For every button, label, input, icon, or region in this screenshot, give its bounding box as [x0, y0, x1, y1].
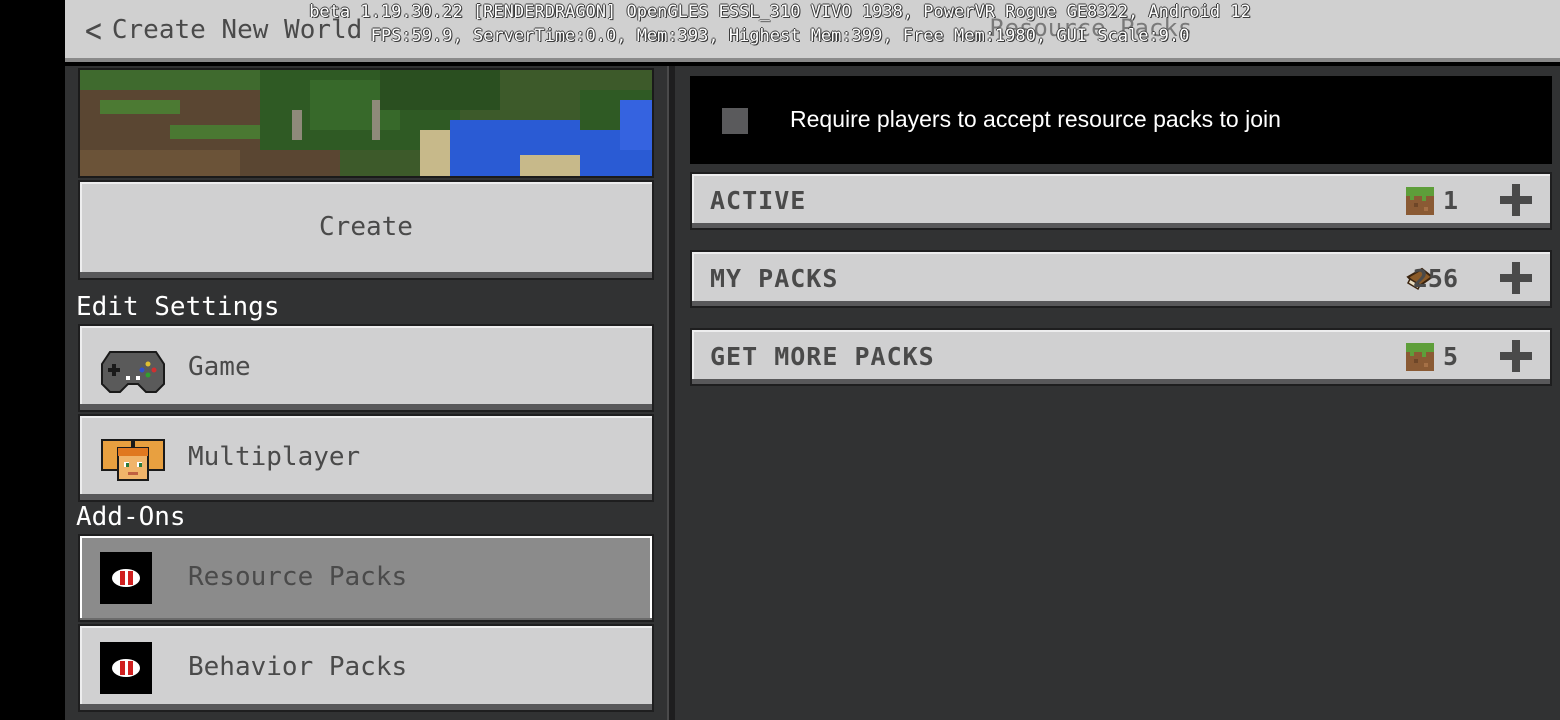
- require-packs-checkbox[interactable]: [722, 108, 748, 134]
- add-ons-heading: Add-Ons: [76, 502, 186, 532]
- plus-icon: [1500, 262, 1532, 294]
- get-more-packs-title: GET MORE PACKS: [710, 342, 935, 371]
- resource-packs-button[interactable]: Resource Packs: [78, 534, 654, 622]
- title-bar: < Create New World Resource Packs: [65, 0, 1560, 62]
- back-button[interactable]: < Create New World: [85, 10, 363, 50]
- my-packs-count: 256: [1412, 264, 1458, 293]
- plus-icon: [1500, 340, 1532, 372]
- active-packs-count: 1: [1442, 186, 1458, 215]
- create-button-label: Create: [319, 212, 413, 242]
- get-more-packs-count: 5: [1442, 342, 1458, 371]
- multiplayer-button[interactable]: Multiplayer: [78, 414, 654, 502]
- multiplayer-button-label: Multiplayer: [188, 442, 361, 472]
- panel-title: Resource Packs: [990, 14, 1193, 42]
- grass-block-icon: [1406, 187, 1434, 215]
- resource-packs-button-label: Resource Packs: [188, 562, 408, 592]
- controller-icon: [101, 351, 165, 393]
- get-more-packs-header[interactable]: GET MORE PACKS 5: [690, 328, 1552, 386]
- back-button-label: Create New World: [111, 15, 363, 45]
- right-panel: [675, 66, 1560, 720]
- behavior-packs-button[interactable]: Behavior Packs: [78, 624, 654, 712]
- behavior-packs-button-label: Behavior Packs: [188, 652, 408, 682]
- game-button[interactable]: Game: [78, 324, 654, 412]
- resource-pack-icon: [100, 552, 152, 604]
- left-letterbox: [0, 0, 65, 720]
- world-preview-image: [78, 68, 654, 178]
- active-packs-header[interactable]: ACTIVE 1: [690, 172, 1552, 230]
- require-packs-label: Require players to accept resource packs…: [790, 106, 1281, 132]
- my-packs-header[interactable]: MY PACKS 256: [690, 250, 1552, 308]
- panel-divider: [667, 66, 675, 720]
- create-button[interactable]: Create: [78, 180, 654, 280]
- require-packs-row: Require players to accept resource packs…: [690, 76, 1552, 164]
- players-icon: [101, 439, 165, 481]
- game-button-label: Game: [188, 352, 251, 382]
- behavior-pack-icon: [100, 642, 152, 694]
- active-packs-title: ACTIVE: [710, 186, 807, 215]
- chevron-left-icon: <: [85, 10, 102, 50]
- grass-block-icon: [1406, 343, 1434, 371]
- plus-icon: [1500, 184, 1532, 216]
- my-packs-title: MY PACKS: [710, 264, 839, 293]
- edit-settings-heading: Edit Settings: [76, 292, 280, 322]
